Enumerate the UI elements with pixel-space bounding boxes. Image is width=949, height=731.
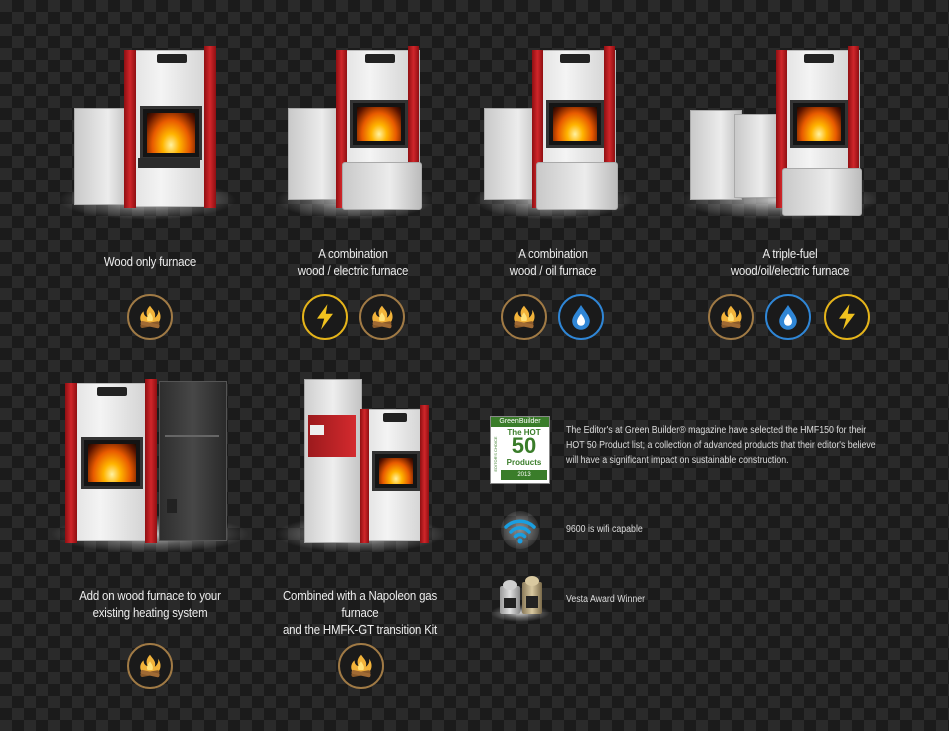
product-caption: A triple-fuel wood/oil/electric furnace bbox=[702, 245, 878, 279]
lightning-icon bbox=[302, 294, 348, 340]
wood-fire-icon bbox=[708, 294, 754, 340]
vesta-description: Vesta Award Winner bbox=[566, 594, 646, 605]
vesta-award-icon bbox=[490, 576, 550, 622]
oil-drop-icon bbox=[558, 294, 604, 340]
caption-line: Wood only furnace bbox=[103, 254, 197, 269]
product-image-wood-electric bbox=[275, 40, 435, 225]
lightning-icon bbox=[824, 294, 870, 340]
badge-brand: GreenBuilder bbox=[491, 417, 549, 427]
green-builder-hot50-badge: GreenBuilder EDITOR'S CHOICE The HOT 50 … bbox=[490, 416, 550, 484]
caption-line: A combination bbox=[518, 246, 588, 261]
caption-line: Combined with a Napoleon gas furnace bbox=[282, 588, 438, 620]
wifi-description: 9600 is wifi capable bbox=[566, 524, 643, 535]
caption-line: and the HMFK-GT transition Kit bbox=[282, 622, 438, 637]
wood-fire-icon bbox=[359, 294, 405, 340]
product-caption: A combination wood / oil furnace bbox=[469, 245, 636, 279]
product-image-add-on bbox=[50, 375, 250, 555]
badge-side: EDITOR'S CHOICE bbox=[493, 436, 498, 472]
product-caption: Wood only furnace bbox=[71, 253, 229, 270]
wood-fire-icon bbox=[501, 294, 547, 340]
wood-fire-icon bbox=[127, 643, 173, 689]
green-builder-description: The Editor's at Green Builder® magazine … bbox=[566, 425, 876, 466]
product-caption: A combination wood / electric furnace bbox=[269, 245, 436, 279]
caption-line: wood / oil furnace bbox=[509, 263, 597, 278]
badge-line2: Products bbox=[506, 458, 542, 467]
wood-fire-icon bbox=[338, 643, 384, 689]
caption-line: existing heating system bbox=[92, 605, 208, 620]
caption-line: A triple-fuel bbox=[762, 246, 818, 261]
oil-drop-icon bbox=[765, 294, 811, 340]
caption-line: A combination bbox=[318, 246, 388, 261]
badge-number: 50 bbox=[511, 433, 537, 458]
product-caption: Add on wood furnace to your existing hea… bbox=[66, 587, 233, 621]
product-image-wood-oil bbox=[473, 40, 633, 225]
product-image-triple-fuel bbox=[679, 40, 879, 225]
product-image-wood-only bbox=[57, 40, 237, 225]
product-caption: Combined with a Napoleon gas furnace and… bbox=[263, 587, 457, 638]
badge-year: 2013 bbox=[501, 470, 547, 480]
wifi-icon bbox=[500, 510, 540, 550]
caption-line: wood / electric furnace bbox=[297, 263, 409, 278]
wood-fire-icon bbox=[127, 294, 173, 340]
caption-line: Add on wood furnace to your bbox=[79, 588, 221, 603]
caption-line: wood/oil/electric furnace bbox=[730, 263, 850, 278]
product-image-gas-combo bbox=[275, 375, 445, 555]
